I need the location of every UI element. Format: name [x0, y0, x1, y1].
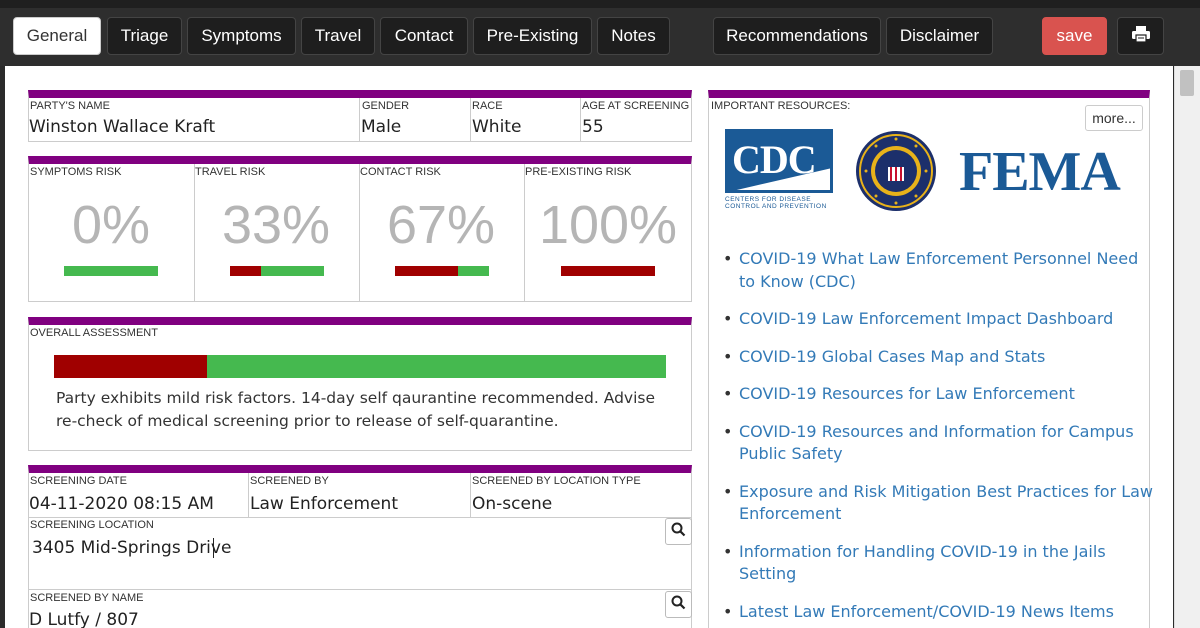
risk-bar-green — [261, 266, 324, 276]
contact-risk-bar — [395, 266, 489, 276]
divider — [29, 517, 691, 518]
text-cursor — [213, 538, 214, 558]
contact-risk-label: CONTACT RISK — [360, 166, 441, 178]
tab-travel[interactable]: Travel — [301, 17, 375, 55]
divider — [359, 98, 360, 142]
cdc-subtitle-1: CENTERS FOR DISEASE — [725, 196, 812, 203]
risk-bar-green — [457, 266, 489, 276]
overall-bar-red — [54, 355, 207, 378]
age-value[interactable]: 55 — [582, 117, 604, 137]
resource-link[interactable]: COVID-19 Resources for Law Enforcement — [723, 383, 1159, 406]
overall-bar-green — [207, 355, 666, 378]
travel-risk-label: TRAVEL RISK — [195, 166, 266, 178]
race-label: RACE — [472, 100, 503, 112]
cdc-logo-text: CDC — [732, 137, 817, 182]
tab-contact[interactable]: Contact — [380, 17, 468, 55]
risk-panel: SYMPTOMS RISK 0% TRAVEL RISK 33% CONTACT… — [28, 156, 692, 302]
resource-link[interactable]: Exposure and Risk Mitigation Best Practi… — [723, 481, 1159, 526]
divider — [29, 589, 691, 590]
overall-assessment-label: OVERALL ASSESSMENT — [30, 327, 158, 339]
location-search-button[interactable] — [665, 518, 692, 545]
overall-assessment-bar — [54, 355, 666, 378]
location-type-label: SCREENED BY LOCATION TYPE — [472, 475, 641, 487]
resources-panel: IMPORTANT RESOURCES: more... CDC CENTERS… — [708, 90, 1153, 628]
divider — [524, 164, 525, 302]
pre-existing-risk-bar — [561, 266, 655, 276]
screened-by-name-label: SCREENED BY NAME — [30, 592, 144, 604]
risk-bar-red — [561, 266, 655, 276]
screened-by-name-input[interactable]: D Lutfy / 807 — [29, 610, 139, 628]
resource-link[interactable]: COVID-19 Resources and Information for C… — [723, 421, 1159, 466]
party-name-value[interactable]: Winston Wallace Kraft — [29, 117, 215, 137]
screening-location-input[interactable]: 3405 Mid-Springs Drive — [32, 538, 231, 558]
symptoms-risk-label: SYMPTOMS RISK — [30, 166, 122, 178]
travel-risk-bar — [230, 266, 324, 276]
print-icon — [1131, 25, 1151, 48]
tab-disclaimer[interactable]: Disclaimer — [886, 17, 993, 55]
fbi-seal-icon — [856, 131, 936, 211]
divider — [248, 473, 249, 517]
cdc-subtitle-2: CONTROL AND PREVENTION — [725, 203, 827, 210]
divider — [470, 98, 471, 142]
cdc-logo[interactable]: CDC CENTERS FOR DISEASE CONTROL AND PREV… — [725, 129, 835, 219]
tab-notes[interactable]: Notes — [597, 17, 670, 55]
print-button[interactable] — [1117, 17, 1164, 55]
resource-link[interactable]: COVID-19 Global Cases Map and Stats — [723, 346, 1159, 369]
tab-pre-existing[interactable]: Pre-Existing — [473, 17, 592, 55]
search-icon — [671, 522, 686, 542]
assessment-text: Party exhibits mild risk factors. 14-day… — [56, 389, 656, 430]
pre-existing-risk-value: 100% — [538, 195, 678, 255]
save-button[interactable]: save — [1042, 17, 1107, 55]
location-type-value[interactable]: On-scene — [472, 494, 552, 514]
gender-value[interactable]: Male — [361, 117, 401, 137]
overall-assessment-panel: OVERALL ASSESSMENT Party exhibits mild r… — [28, 317, 692, 451]
tab-general[interactable]: General — [13, 17, 101, 55]
risk-bar-red — [395, 266, 458, 276]
fbi-seal-logo[interactable] — [854, 129, 938, 213]
travel-risk-value: 33% — [221, 195, 331, 255]
tab-triage[interactable]: Triage — [107, 17, 182, 55]
screened-by-value[interactable]: Law Enforcement — [250, 494, 398, 514]
more-button[interactable]: more... — [1085, 105, 1143, 131]
divider — [580, 98, 581, 142]
search-icon — [671, 595, 686, 615]
race-value[interactable]: White — [472, 117, 521, 137]
main-content: PARTY'S NAME Winston Wallace Kraft GENDE… — [5, 66, 1173, 628]
risk-bar-red — [230, 266, 262, 276]
resource-link[interactable]: COVID-19 What Law Enforcement Personnel … — [723, 248, 1159, 293]
resources-label: IMPORTANT RESOURCES: — [711, 100, 851, 112]
screening-location-label: SCREENING LOCATION — [30, 519, 154, 531]
divider — [470, 473, 471, 517]
top-nav: General Triage Symptoms Travel Contact P… — [0, 0, 1200, 66]
symptoms-risk-value: 0% — [71, 195, 151, 255]
page-scrollbar[interactable] — [1174, 66, 1200, 628]
risk-bar-green — [64, 266, 158, 276]
symptoms-risk-bar — [64, 266, 158, 276]
resource-link[interactable]: Information for Handling COVID-19 in the… — [723, 541, 1159, 586]
resource-link[interactable]: Latest Law Enforcement/COVID-19 News Ite… — [723, 601, 1159, 624]
tab-symptoms[interactable]: Symptoms — [187, 17, 296, 55]
contact-risk-value: 67% — [386, 195, 496, 255]
tab-recommendations[interactable]: Recommendations — [713, 17, 881, 55]
fema-logo[interactable]: FEMA — [959, 142, 1121, 202]
screening-date-value[interactable]: 04-11-2020 08:15 AM — [29, 494, 214, 514]
pre-existing-risk-label: PRE-EXISTING RISK — [525, 166, 632, 178]
gender-label: GENDER — [362, 100, 410, 112]
screening-panel: SCREENING DATE 04-11-2020 08:15 AM SCREE… — [28, 465, 692, 628]
screening-date-label: SCREENING DATE — [30, 475, 127, 487]
scrollbar-thumb[interactable] — [1180, 70, 1194, 96]
name-search-button[interactable] — [665, 591, 692, 618]
resource-link[interactable]: COVID-19 Law Enforcement Impact Dashboar… — [723, 308, 1159, 331]
screened-by-label: SCREENED BY — [250, 475, 329, 487]
party-info-panel: PARTY'S NAME Winston Wallace Kraft GENDE… — [28, 90, 692, 142]
resource-links: COVID-19 What Law Enforcement Personnel … — [723, 248, 1159, 628]
cdc-logo-box: CDC — [725, 129, 833, 193]
age-label: AGE AT SCREENING — [582, 100, 690, 112]
party-name-label: PARTY'S NAME — [30, 100, 110, 112]
